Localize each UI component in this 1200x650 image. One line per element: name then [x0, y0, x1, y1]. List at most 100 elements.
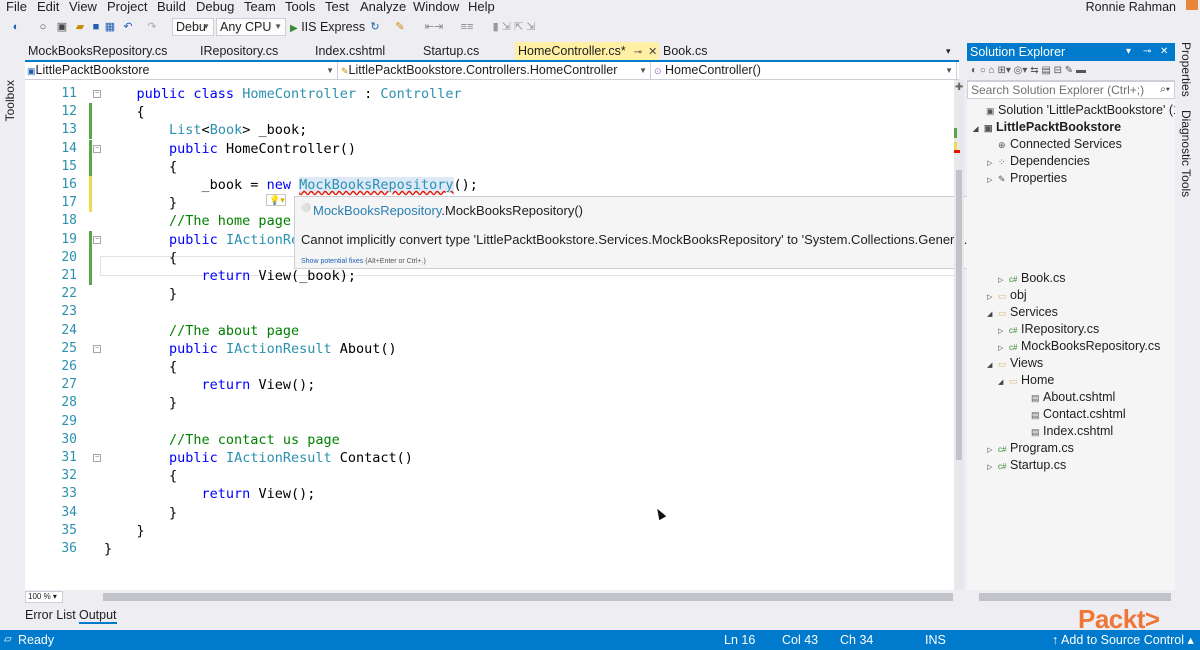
pending-changes-icon[interactable]: ◎▾	[1014, 65, 1028, 76]
tree-item[interactable]: ▷ c# Book.cs	[998, 270, 1065, 287]
solution-platform-select[interactable]: Any CPU ▼	[216, 18, 286, 36]
navigate-forward-icon[interactable]: ○	[36, 19, 50, 35]
code-line[interactable]: 25 − public IActionResult About()	[25, 340, 954, 358]
tree-item[interactable]: ◢ ▭ Home	[998, 372, 1054, 389]
collapse-arrow-icon[interactable]: ◢	[973, 121, 984, 138]
tree-item[interactable]: ◢ ▣ LittlePacktBookstore	[973, 119, 1121, 136]
menu-file[interactable]: File	[6, 0, 27, 14]
tab-index-cshtml[interactable]: Index.cshtml	[312, 42, 417, 60]
code-line[interactable]: 15 {	[25, 157, 954, 176]
collapse-arrow-icon[interactable]: ◢	[987, 357, 998, 374]
menu-test[interactable]: Test	[325, 0, 349, 14]
tab-startup[interactable]: Startup.cs	[420, 42, 512, 60]
split-editor-icon[interactable]: ✚	[955, 82, 963, 93]
collapse-region-icon[interactable]: −	[93, 144, 101, 153]
code-line[interactable]: 16 _book = new MockBooksRepository();	[25, 176, 954, 194]
properties-tab[interactable]: Properties	[1179, 42, 1193, 97]
search-icon[interactable]: ⌕▾	[1160, 82, 1170, 98]
diagnostic-tools-tab[interactable]: Diagnostic Tools	[1179, 110, 1193, 197]
tree-item[interactable]: ▤ Index.cshtml	[1020, 423, 1113, 440]
code-line[interactable]: 32 {	[25, 467, 954, 485]
indent-icons[interactable]: ≡≡	[455, 19, 479, 35]
code-line[interactable]: 29	[25, 413, 954, 431]
show-potential-fixes-link[interactable]: Show potential fixes (Alt+Enter or Ctrl+…	[301, 258, 426, 265]
editor-vertical-scrollbar[interactable]	[954, 80, 964, 590]
code-line[interactable]: 31 − public IActionResult Contact()	[25, 449, 954, 467]
refresh-icon[interactable]: ▤	[1041, 65, 1050, 76]
tree-item[interactable]: ▷ c# Startup.cs	[987, 457, 1066, 474]
tab-error-list[interactable]: Error List	[25, 608, 76, 622]
menu-window[interactable]: Window	[413, 0, 459, 14]
project-dropdown[interactable]: ▣LittlePacktBookstore ▼	[25, 62, 338, 79]
menu-build[interactable]: Build	[157, 0, 186, 14]
solution-configuration-select[interactable]: Debu ▼	[172, 18, 214, 36]
auto-hide-pin-icon[interactable]: ⊸	[1143, 43, 1151, 61]
scrollbar-thumb[interactable]	[979, 593, 1171, 601]
code-line[interactable]: 30 //The contact us page	[25, 431, 954, 449]
tree-item[interactable]: ◢ ▭ Services	[987, 304, 1058, 321]
menu-tools[interactable]: Tools	[285, 0, 315, 14]
code-line[interactable]: 14 − public HomeController()	[25, 139, 954, 158]
collapse-arrow-icon[interactable]: ◢	[987, 306, 998, 323]
editor-horizontal-scrollbar[interactable]	[103, 593, 953, 601]
tree-item[interactable]: ▣ Solution 'LittlePacktBookstore' (1 pr	[975, 102, 1175, 119]
code-line[interactable]: 13 List<Book> _book;	[25, 121, 954, 140]
member-dropdown[interactable]: ⊙ HomeController() ▼	[652, 62, 957, 79]
code-line[interactable]: 11 − public class HomeController : Contro…	[25, 85, 954, 103]
code-line[interactable]: 36}	[25, 540, 954, 558]
new-project-icon[interactable]: ▣	[56, 19, 68, 35]
sync-icon[interactable]: ⇆	[1030, 65, 1038, 76]
lightbulb-icon[interactable]: 💡▾	[266, 194, 286, 206]
preview-icon[interactable]: ▬	[1076, 65, 1086, 76]
run-iis-express-button[interactable]: ▶ IIS Express ▾	[290, 19, 368, 52]
solution-search-input[interactable]: Search Solution Explorer (Ctrl+;) ⌕▾	[967, 81, 1175, 99]
close-icon[interactable]: ✕	[1160, 43, 1168, 61]
menu-debug[interactable]: Debug	[196, 0, 234, 14]
save-icon[interactable]: ■	[90, 19, 102, 35]
type-dropdown[interactable]: ✎LittlePacktBookstore.Controllers.HomeCo…	[339, 62, 651, 79]
expand-arrow-icon[interactable]: ▷	[987, 172, 998, 189]
back-icon[interactable]: ◐	[971, 65, 977, 76]
tab-output[interactable]: Output	[79, 608, 117, 624]
collapse-arrow-icon[interactable]: ◢	[998, 374, 1009, 391]
tab-overflow-icon[interactable]: ▾	[943, 42, 957, 60]
menu-project[interactable]: Project	[107, 0, 147, 14]
tree-item[interactable]: ▷ c# MockBooksRepository.cs	[998, 338, 1160, 355]
menu-edit[interactable]: Edit	[37, 0, 59, 14]
tab-mockbooksrepository[interactable]: MockBooksRepository.cs	[25, 42, 195, 60]
open-file-icon[interactable]: ▰	[74, 19, 86, 35]
tree-item[interactable]: ▷ c# IRepository.cs	[998, 321, 1099, 338]
pin-icon[interactable]: ⊸	[634, 47, 642, 58]
step-icons[interactable]: ⇤⇥	[422, 19, 446, 35]
expand-arrow-icon[interactable]: ▷	[987, 459, 998, 476]
tree-item[interactable]: ▷ ⁘ Dependencies	[987, 153, 1090, 170]
zoom-select[interactable]: 100 % ▾	[25, 591, 63, 603]
tab-book[interactable]: Book.cs	[660, 42, 740, 60]
collapse-region-icon[interactable]: −	[93, 90, 101, 98]
scrollbar-thumb[interactable]	[956, 170, 962, 460]
menu-analyze[interactable]: Analyze	[360, 0, 406, 14]
refresh-icon[interactable]: ↻	[368, 19, 382, 35]
code-line[interactable]: 12 {	[25, 103, 954, 122]
redo-icon[interactable]: ↷	[146, 19, 158, 35]
code-line[interactable]: 26 {	[25, 358, 954, 376]
code-line[interactable]: 33 return View();	[25, 485, 954, 503]
browser-link-icon[interactable]: ✎	[394, 19, 406, 35]
tree-item[interactable]: ▷ ✎ Properties	[987, 170, 1067, 187]
window-position-icon[interactable]: ▾	[1126, 43, 1131, 61]
toolbox-tab[interactable]: Toolbox	[3, 80, 17, 121]
menu-help[interactable]: Help	[468, 0, 495, 14]
code-line[interactable]: 35 }	[25, 522, 954, 540]
tree-item[interactable]: ▤ Contact.cshtml	[1020, 406, 1126, 423]
navigate-back-icon[interactable]: ◐	[8, 19, 24, 35]
code-editor[interactable]: 11 − public class HomeController : Contro…	[25, 80, 954, 590]
home-icon[interactable]: ⌂	[989, 65, 995, 76]
tree-item[interactable]: ◢ ▭ Views	[987, 355, 1043, 372]
menu-view[interactable]: View	[69, 0, 97, 14]
code-line[interactable]: 34 }	[25, 504, 954, 522]
tree-item[interactable]: ▷ ▭ obj	[987, 287, 1027, 304]
tab-homecontroller[interactable]: HomeController.cs* ⊸ ✕	[515, 42, 659, 60]
solution-horizontal-scrollbar[interactable]	[967, 590, 1175, 604]
close-icon[interactable]: ✕	[648, 46, 657, 58]
code-line[interactable]: 23	[25, 303, 954, 321]
